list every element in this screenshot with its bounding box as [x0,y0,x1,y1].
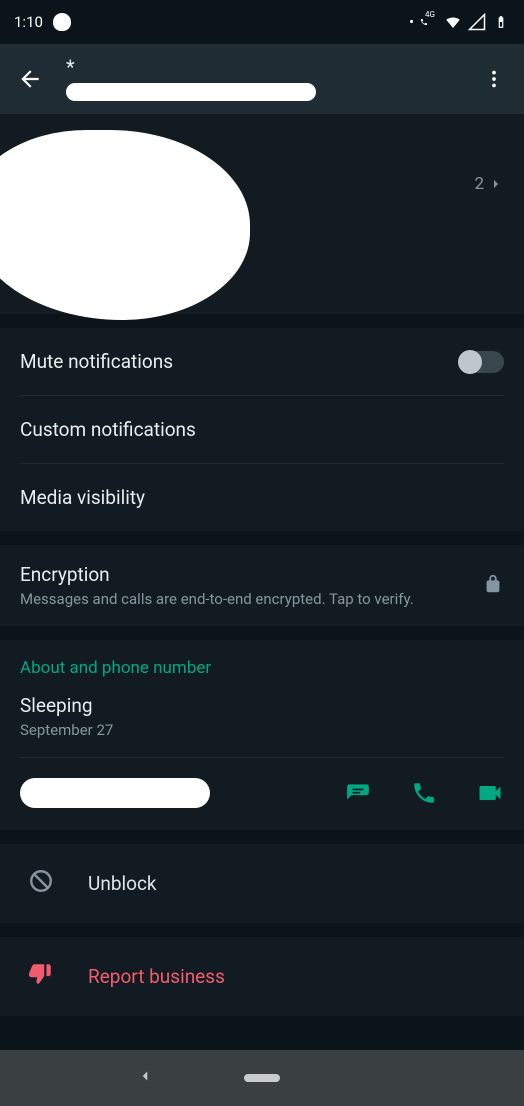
mute-toggle[interactable] [460,351,504,373]
overflow-menu-button[interactable] [476,61,512,97]
call-icon[interactable] [410,779,438,807]
report-label: Report business [88,965,225,988]
contact-name-redacted [66,83,316,101]
contact-name-prefix: * [66,57,458,77]
nav-back-button[interactable] [136,1067,154,1089]
content-gap [0,114,524,158]
notification-ghost-icon [53,13,71,31]
volte-icon: 4G [420,13,438,31]
system-nav-bar [0,1050,524,1106]
about-status-row[interactable]: Sleeping September 27 [0,688,524,757]
custom-label: Custom notifications [20,418,196,441]
mute-label: Mute notifications [20,350,173,373]
media-section: Media 2 [0,158,524,314]
media-thumbnails-area[interactable] [0,204,524,314]
media-visibility-row[interactable]: Media visibility [0,464,524,531]
signal-icon [468,13,486,31]
visibility-label: Media visibility [20,486,145,509]
media-title: Media [20,174,67,194]
mute-notifications-row[interactable]: Mute notifications [0,328,524,395]
thumbs-down-icon [28,961,54,992]
status-time: 1:10 [14,13,43,31]
media-count: 2 [474,174,504,194]
report-section: Report business [0,937,524,1016]
report-row[interactable]: Report business [0,937,524,1016]
unblock-label: Unblock [88,872,157,895]
battery-icon [492,13,510,31]
about-status-date: September 27 [20,721,504,739]
unblock-section: Unblock [0,844,524,923]
about-section: About and phone number Sleeping Septembe… [0,640,524,830]
about-status-text: Sleeping [20,694,504,717]
wifi-icon [444,13,462,31]
encryption-section: Encryption Messages and calls are end-to… [0,545,524,626]
phone-number-redacted [20,778,210,808]
chevron-right-icon [488,176,504,192]
back-button[interactable] [12,61,48,97]
encryption-title: Encryption [20,563,414,586]
nav-home-pill[interactable] [244,1074,280,1082]
status-dot-icon: • [409,13,414,31]
notification-settings: Mute notifications Custom notifications … [0,328,524,531]
unblock-row[interactable]: Unblock [0,844,524,923]
encryption-row[interactable]: Encryption Messages and calls are end-to… [0,545,524,626]
lock-icon [482,573,504,599]
encryption-subtitle: Messages and calls are end-to-end encryp… [20,590,414,608]
unblock-icon [28,868,54,899]
net-label: 4G [425,10,435,19]
message-icon[interactable] [344,779,372,807]
media-header-row[interactable]: Media 2 [0,158,524,204]
status-bar: 1:10 • 4G [0,0,524,44]
video-call-icon[interactable] [476,779,504,807]
app-bar: * [0,44,524,114]
custom-notifications-row[interactable]: Custom notifications [0,396,524,463]
about-section-title: About and phone number [0,658,524,688]
phone-row [0,758,524,830]
